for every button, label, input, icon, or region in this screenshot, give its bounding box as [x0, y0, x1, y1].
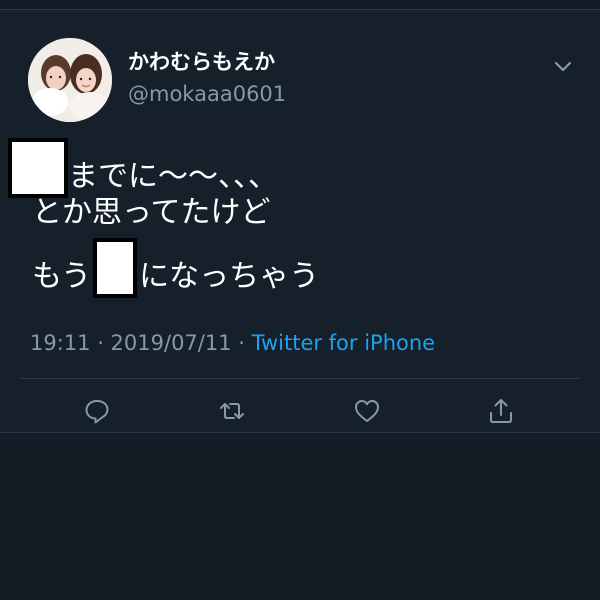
redaction-box: [93, 238, 138, 298]
tweet-text: までに〜〜、、、 とか思ってたけど もう になっちゃう: [8, 138, 568, 298]
actions-divider: [20, 378, 580, 379]
tweet-text-segment: になっちゃう: [139, 259, 320, 294]
avatar[interactable]: [28, 38, 112, 122]
tweet-text-segment: もう: [32, 259, 92, 294]
share-icon[interactable]: [486, 396, 516, 426]
tweet-meta: 19:11 · 2019/07/11 · Twitter for iPhone: [30, 328, 435, 358]
tweet-line: もう になっちゃう: [8, 238, 568, 298]
display-name[interactable]: かわむらもえか: [128, 48, 275, 76]
tweet-source-link[interactable]: Twitter for iPhone: [252, 331, 436, 355]
tweet-screen: かわむらもえか @mokaaa0601 までに〜〜、、、 とか思ってたけど もう…: [0, 0, 600, 600]
heart-icon[interactable]: [352, 396, 382, 426]
tweet-timestamp: 19:11 · 2019/07/11 ·: [30, 331, 252, 355]
retweet-icon[interactable]: [217, 396, 247, 426]
tweet-bottom-divider: [0, 432, 600, 433]
reply-icon[interactable]: [82, 396, 112, 426]
chevron-down-icon[interactable]: [551, 54, 575, 78]
tweet-line: までに〜〜、、、: [8, 138, 568, 198]
avatar-photo: [28, 38, 112, 122]
tweet-card: かわむらもえか @mokaaa0601 までに〜〜、、、 とか思ってたけど もう…: [0, 10, 600, 433]
tweet-text-segment: とか思ってたけど: [32, 195, 271, 230]
tweet-line: とか思ってたけど: [8, 188, 568, 238]
user-handle[interactable]: @mokaaa0601: [128, 80, 286, 108]
